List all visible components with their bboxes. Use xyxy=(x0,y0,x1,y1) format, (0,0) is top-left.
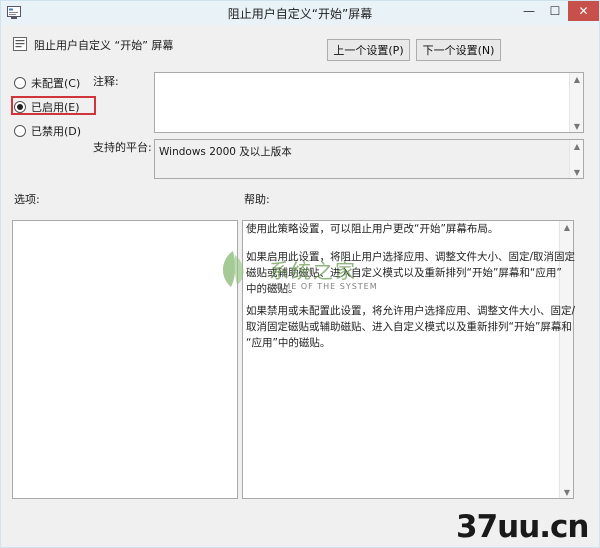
radio-disabled-control[interactable] xyxy=(14,125,26,137)
scroll-up-arrow-icon[interactable]: ▲ xyxy=(570,73,584,85)
comment-textarea[interactable]: ▲ ▼ xyxy=(154,72,584,133)
help-line: “应用”中的磁贴。 xyxy=(246,337,331,349)
help-label: 帮助: xyxy=(244,193,270,206)
policy-name: 阻止用户自定义 “开始” 屏幕 xyxy=(34,39,174,52)
options-panel xyxy=(12,220,238,499)
policy-setting-icon xyxy=(13,37,27,51)
close-button[interactable]: ✕ xyxy=(568,1,599,21)
comment-scrollbar[interactable]: ▲ ▼ xyxy=(569,73,583,132)
next-setting-button[interactable]: 下一个设置(N) xyxy=(416,39,501,61)
supported-platforms-label: 支持的平台: xyxy=(93,141,152,154)
site-watermark: 37uu.cn xyxy=(456,509,589,545)
radio-not-configured[interactable]: 未配置(C) xyxy=(14,75,80,91)
leaf-logo-icon xyxy=(222,251,244,287)
watermark-title: 系统之家 xyxy=(269,259,357,283)
previous-setting-button[interactable]: 上一个设置(P) xyxy=(327,39,410,61)
scroll-down-arrow-icon[interactable]: ▼ xyxy=(570,120,584,132)
radio-not-configured-label: 未配置(C) xyxy=(31,77,81,90)
maximize-button[interactable]: ☐ xyxy=(542,1,568,21)
minimize-button[interactable]: — xyxy=(516,1,542,21)
window-title: 阻止用户自定义“开始”屏幕 xyxy=(227,7,373,21)
comment-label: 注释: xyxy=(93,75,119,88)
scroll-down-arrow-icon[interactable]: ▼ xyxy=(570,166,584,178)
scroll-up-arrow-icon[interactable]: ▲ xyxy=(570,140,584,152)
options-label: 选项: xyxy=(14,193,40,206)
supported-scrollbar[interactable]: ▲ ▼ xyxy=(569,140,583,178)
supported-platforms-value: Windows 2000 及以上版本 xyxy=(159,146,292,158)
supported-platforms-field: Windows 2000 及以上版本 ▲ ▼ xyxy=(154,139,584,179)
scroll-up-arrow-icon[interactable]: ▲ xyxy=(560,221,574,233)
radio-disabled[interactable]: 已禁用(D) xyxy=(14,123,81,139)
scroll-down-arrow-icon[interactable]: ▼ xyxy=(560,486,574,498)
radio-not-configured-control[interactable] xyxy=(14,77,26,89)
help-line: 使用此策略设置，可以阻止用户更改“开始”屏幕布局。 xyxy=(246,223,499,235)
enabled-highlight-box xyxy=(11,96,96,115)
help-line: 取消固定磁贴或辅助磁贴、进入自定义模式以及重新排列“开始”屏幕和 xyxy=(246,321,572,333)
title-bar[interactable]: 阻止用户自定义“开始”屏幕 — ☐ ✕ xyxy=(1,1,599,25)
help-line: 如果禁用或未配置此设置，将允许用户选择应用、调整文件大小、固定/ xyxy=(246,305,576,317)
radio-disabled-label: 已禁用(D) xyxy=(31,125,82,138)
watermark-subtitle: HOME OF THE SYSTEM xyxy=(269,282,378,291)
policy-dialog-window: 阻止用户自定义“开始”屏幕 — ☐ ✕ 阻止用户自定义 “开始” 屏幕 上一个设… xyxy=(0,0,600,548)
